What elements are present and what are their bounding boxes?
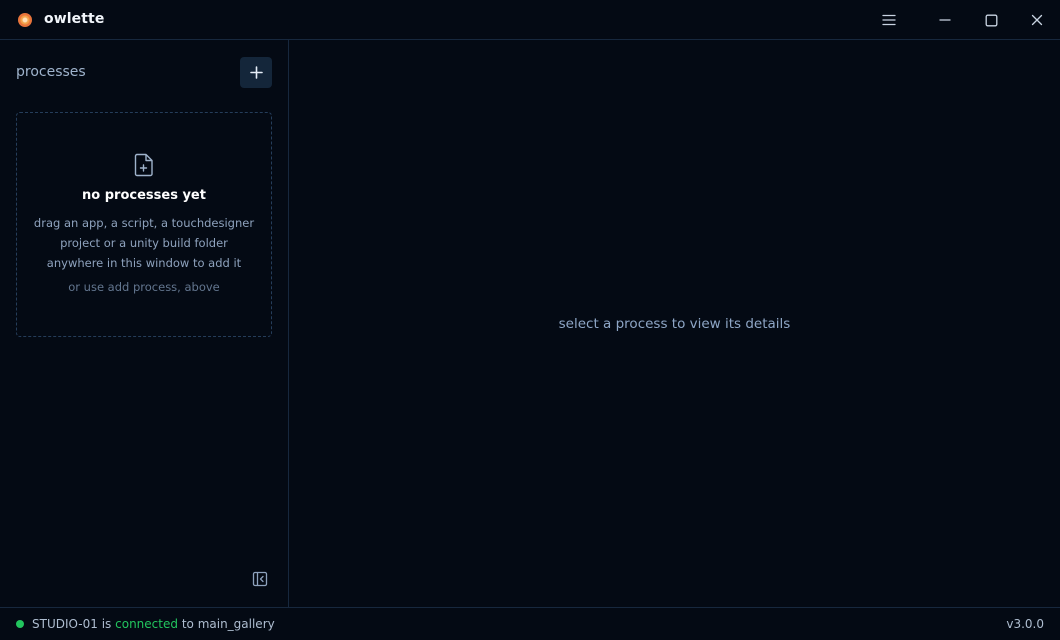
connection-status-text: STUDIO-01 is connected to main_gallery [32, 617, 275, 631]
site-name: main_gallery [197, 617, 275, 631]
empty-state-title: no processes yet [82, 188, 206, 203]
machine-name: STUDIO-01 [32, 617, 98, 631]
collapse-sidebar-icon[interactable] [252, 571, 268, 587]
title-bar[interactable]: owlette [0, 0, 1060, 40]
close-icon [1031, 14, 1043, 26]
owl-logo-icon [18, 13, 32, 27]
app-window: owlette processes no processes yet drag … [0, 0, 1060, 640]
empty-state-dropzone[interactable]: no processes yet drag an app, a script, … [16, 112, 272, 337]
details-panel: select a process to view its details [289, 40, 1060, 607]
empty-state-hint: or use add process, above [68, 280, 220, 294]
add-process-button[interactable] [240, 57, 272, 88]
connection-state: connected [115, 617, 178, 631]
empty-state-description: drag an app, a script, a touchdesigner p… [33, 216, 255, 270]
close-button[interactable] [1025, 8, 1049, 32]
app-version: v3.0.0 [1006, 617, 1044, 631]
plus-icon [249, 66, 263, 79]
process-sidebar: processes no processes yet drag an app, … [0, 40, 289, 607]
menu-icon [882, 14, 896, 26]
maximize-button[interactable] [979, 8, 1003, 32]
connection-status-dot [16, 620, 24, 628]
status-to-word: to [181, 617, 194, 631]
sidebar-title: processes [16, 64, 86, 80]
minimize-button[interactable] [933, 8, 957, 32]
file-plus-icon [134, 153, 153, 177]
app-title: owlette [44, 11, 105, 27]
maximize-icon [985, 14, 997, 26]
minimize-icon [939, 19, 951, 21]
status-bar: STUDIO-01 is connected to main_gallery v… [0, 607, 1060, 640]
details-placeholder: select a process to view its details [558, 316, 791, 332]
menu-button[interactable] [877, 8, 901, 32]
status-is-word: is [101, 617, 112, 631]
